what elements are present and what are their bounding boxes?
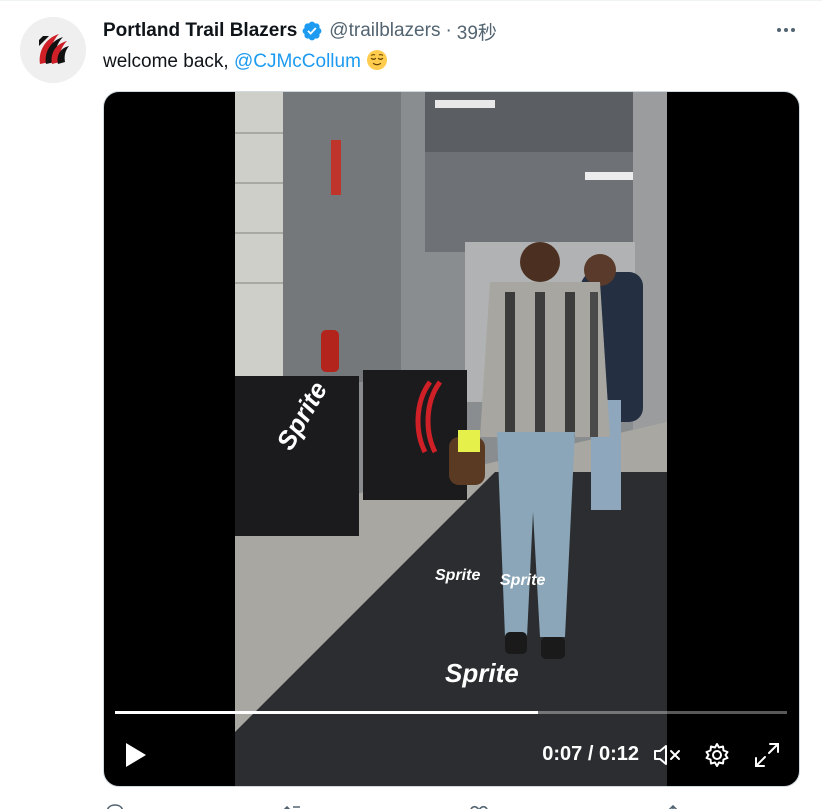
ellipsis-icon bbox=[777, 28, 781, 32]
tweet-timestamp[interactable]: 39秒 bbox=[457, 18, 497, 45]
sprite-logo-2: Sprite bbox=[435, 567, 480, 584]
video-progress-fill bbox=[115, 711, 539, 714]
fullscreen-button[interactable] bbox=[752, 740, 782, 770]
verified-badge-icon bbox=[301, 20, 323, 42]
tweet-text-body: welcome back, bbox=[103, 51, 234, 72]
video-player[interactable]: Sprite Sprite Sprite Sprite 0:07 / 0:12 bbox=[103, 91, 800, 787]
share-icon[interactable] bbox=[662, 800, 684, 809]
author-name[interactable]: Portland Trail Blazers bbox=[103, 20, 297, 42]
video-time-readout: 0:07 / 0:12 bbox=[542, 743, 639, 765]
sprite-logo-3: Sprite bbox=[500, 572, 545, 589]
author-handle[interactable]: @trailblazers bbox=[329, 20, 440, 42]
trail-blazers-logo-icon bbox=[20, 17, 86, 83]
video-frame[interactable]: Sprite Sprite Sprite Sprite bbox=[235, 92, 667, 786]
separator-dot: · bbox=[445, 20, 452, 41]
settings-gear-icon bbox=[705, 743, 729, 767]
mute-icon bbox=[654, 745, 680, 765]
sprite-logo-4: Sprite bbox=[445, 658, 519, 688]
more-options-button[interactable] bbox=[770, 16, 802, 44]
fullscreen-icon bbox=[755, 743, 779, 767]
tweet-header: Portland Trail Blazers @trailblazers · 3… bbox=[103, 18, 497, 44]
play-button[interactable] bbox=[122, 740, 150, 770]
ellipsis-dot bbox=[784, 28, 788, 32]
video-progress-bar[interactable] bbox=[115, 711, 787, 714]
play-icon bbox=[126, 743, 146, 767]
video-still-image: Sprite Sprite Sprite Sprite bbox=[235, 92, 667, 786]
ellipsis-dot bbox=[791, 28, 795, 32]
settings-button[interactable] bbox=[702, 740, 732, 770]
tweet-action-bar bbox=[0, 800, 822, 809]
reply-icon[interactable] bbox=[104, 800, 126, 809]
mention-link[interactable]: @CJMcCollum bbox=[234, 51, 361, 72]
top-divider bbox=[0, 0, 822, 1]
retweet-icon[interactable] bbox=[283, 800, 305, 809]
tweet-text: welcome back, @CJMcCollum bbox=[103, 49, 388, 78]
like-heart-icon[interactable] bbox=[468, 800, 490, 809]
mute-button[interactable] bbox=[652, 740, 682, 770]
relieved-face-emoji-icon bbox=[366, 49, 388, 78]
avatar[interactable] bbox=[20, 17, 86, 83]
